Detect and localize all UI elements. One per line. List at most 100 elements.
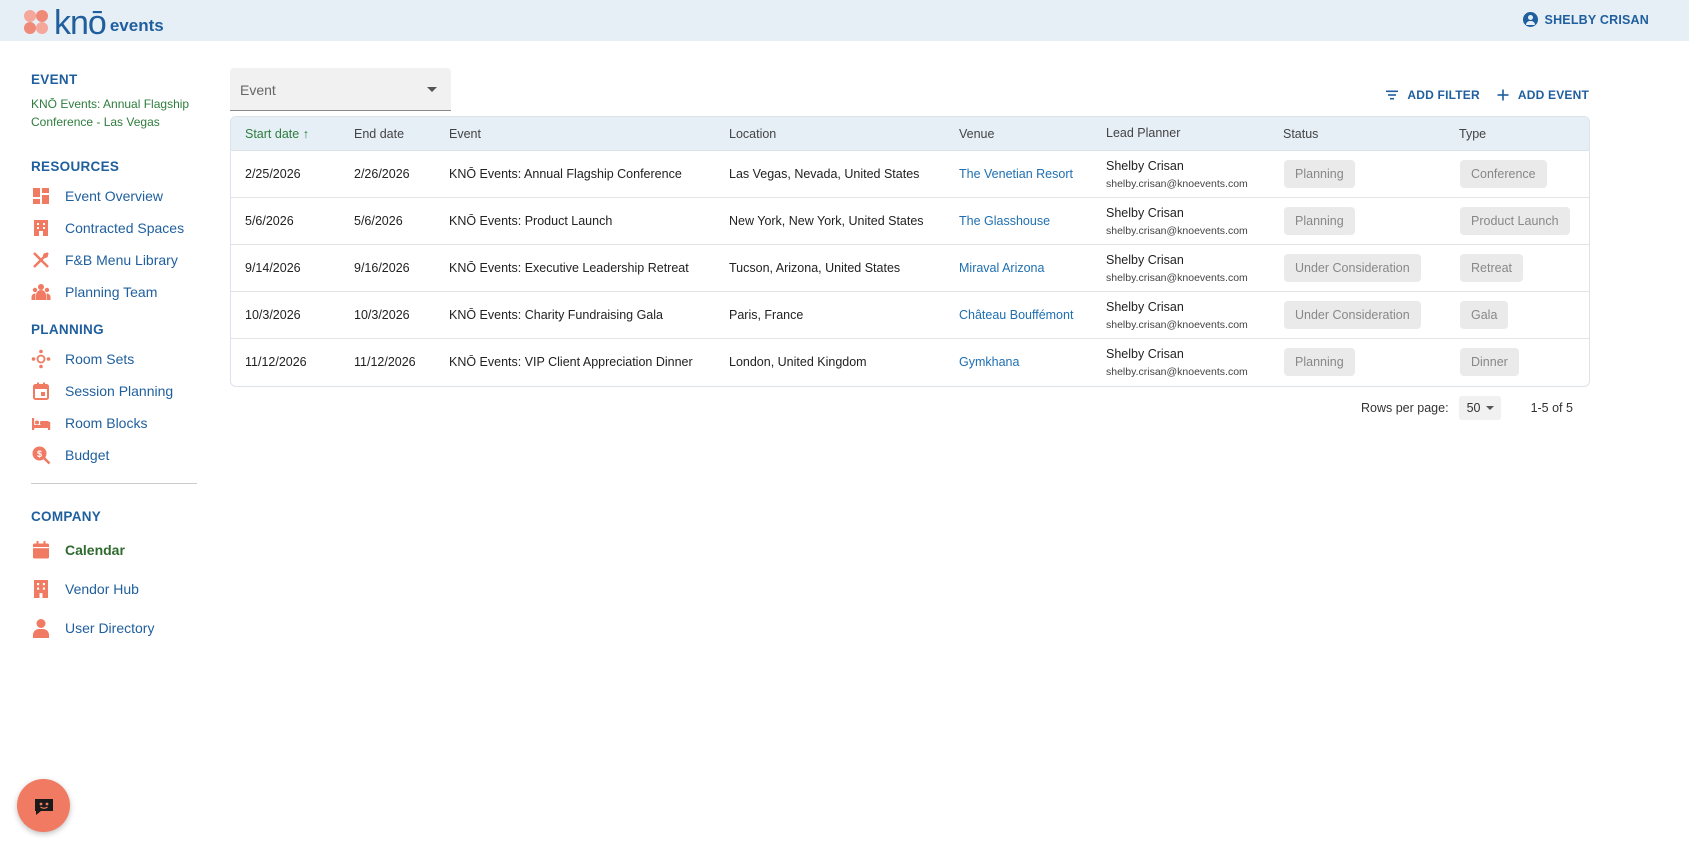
planner-name: Shelby Crisan <box>1106 206 1184 220</box>
start-date-cell: 10/3/2026 <box>245 308 301 322</box>
lead-planner-cell: Shelby Crisan shelby.crisan@knoevents.co… <box>1106 205 1248 239</box>
sidebar-item-room-blocks[interactable]: Room Blocks <box>31 407 199 439</box>
room-sets-icon <box>31 349 51 369</box>
logo-subtext: events <box>109 16 164 35</box>
budget-icon: $ <box>31 445 51 465</box>
table-row[interactable]: 2/25/2026 2/26/2026 KNŌ Events: Annual F… <box>231 151 1589 198</box>
sidebar-item-label: Room Sets <box>65 351 135 367</box>
sidebar-section-event: EVENT <box>31 72 78 87</box>
column-header-location[interactable]: Location <box>729 127 776 141</box>
column-header-event[interactable]: Event <box>449 127 481 141</box>
end-date-cell: 11/12/2026 <box>354 355 416 369</box>
sidebar: EVENT KNŌ Events: Annual Flagship Confer… <box>31 72 199 647</box>
venue-link[interactable]: Château Bouffémont <box>959 308 1073 322</box>
chat-assistant-button[interactable] <box>17 779 70 832</box>
sidebar-item-user-directory[interactable]: User Directory <box>31 608 199 647</box>
status-badge: Planning <box>1284 207 1355 235</box>
type-badge: Retreat <box>1460 254 1523 282</box>
account-circle-icon <box>1522 12 1538 27</box>
sidebar-item-room-sets[interactable]: Room Sets <box>31 343 199 375</box>
table-actions: ADD FILTER ADD EVENT <box>1385 88 1589 102</box>
location-cell: Tucson, Arizona, United States <box>729 261 901 275</box>
venue-link[interactable]: The Glasshouse <box>959 214 1050 228</box>
event-select[interactable]: Event <box>230 68 451 111</box>
logo-mark-icon <box>22 8 52 38</box>
sidebar-item-label: Budget <box>65 447 110 463</box>
rows-per-page-label: Rows per page: <box>1361 401 1449 415</box>
vendor-icon <box>31 579 51 599</box>
status-badge: Planning <box>1284 160 1355 188</box>
table-row[interactable]: 11/12/2026 11/12/2026 KNŌ Events: VIP Cl… <box>231 339 1589 386</box>
bed-icon <box>31 413 51 433</box>
venue-link[interactable]: Miraval Arizona <box>959 261 1044 275</box>
sidebar-item-label: Session Planning <box>65 383 174 399</box>
venue-link[interactable]: The Venetian Resort <box>959 167 1073 181</box>
event-select-label: Event <box>240 82 276 98</box>
column-header-venue[interactable]: Venue <box>959 127 994 141</box>
location-cell: Las Vegas, Nevada, United States <box>729 167 920 181</box>
venue-link[interactable]: Gymkhana <box>959 355 1019 369</box>
event-cell: KNŌ Events: Charity Fundraising Gala <box>449 308 663 322</box>
sidebar-item-label: Calendar <box>65 541 125 558</box>
lead-planner-cell: Shelby Crisan shelby.crisan@knoevents.co… <box>1106 252 1248 286</box>
table-row[interactable]: 9/14/2026 9/16/2026 KNŌ Events: Executiv… <box>231 245 1589 292</box>
planner-email: shelby.crisan@knoevents.com <box>1106 366 1248 378</box>
sidebar-item-contracted-spaces[interactable]: Contracted Spaces <box>31 212 199 244</box>
planner-email: shelby.crisan@knoevents.com <box>1106 319 1248 331</box>
sidebar-item-label: Vendor Hub <box>65 580 139 597</box>
start-date-cell: 11/12/2026 <box>245 355 307 369</box>
table-row[interactable]: 10/3/2026 10/3/2026 KNŌ Events: Charity … <box>231 292 1589 339</box>
kno-events-logo[interactable]: knō events <box>22 4 164 40</box>
sidebar-divider <box>31 483 197 484</box>
lead-planner-cell: Shelby Crisan shelby.crisan@knoevents.co… <box>1106 346 1248 380</box>
sidebar-item-session-planning[interactable]: Session Planning <box>31 375 199 407</box>
planner-name: Shelby Crisan <box>1106 159 1184 173</box>
add-filter-button[interactable]: ADD FILTER <box>1385 88 1480 102</box>
team-icon <box>31 282 51 302</box>
sidebar-item-vendor-hub[interactable]: Vendor Hub <box>31 569 199 608</box>
events-table: Start date ↑ End date Event Location Ven… <box>230 116 1590 387</box>
type-badge: Dinner <box>1460 348 1519 376</box>
column-header-type[interactable]: Type <box>1459 127 1486 141</box>
sidebar-section-planning: PLANNING <box>31 322 104 337</box>
sidebar-item-planning-team[interactable]: Planning Team <box>31 276 199 308</box>
status-badge: Planning <box>1284 348 1355 376</box>
sidebar-item-calendar[interactable]: Calendar <box>31 530 199 569</box>
chevron-down-icon <box>1485 406 1494 410</box>
current-event-name[interactable]: KNŌ Events: Annual Flagship Conference -… <box>31 95 199 131</box>
column-header-start-date[interactable]: Start date ↑ <box>245 127 309 141</box>
sidebar-section-resources: RESOURCES <box>31 159 120 174</box>
sidebar-item-fb-menu-library[interactable]: F&B Menu Library <box>31 244 199 276</box>
column-header-end-date[interactable]: End date <box>354 127 404 141</box>
event-cell: KNŌ Events: Product Launch <box>449 214 613 228</box>
planner-name: Shelby Crisan <box>1106 253 1184 267</box>
sidebar-item-label: Event Overview <box>65 188 164 204</box>
type-badge: Conference <box>1460 160 1547 188</box>
planner-email: shelby.crisan@knoevents.com <box>1106 272 1248 284</box>
add-event-button[interactable]: ADD EVENT <box>1496 88 1589 102</box>
user-name: SHELBY CRISAN <box>1544 12 1649 27</box>
add-filter-label: ADD FILTER <box>1407 88 1480 102</box>
rows-per-page-select[interactable]: 50 <box>1458 396 1501 420</box>
chat-bot-icon <box>34 798 53 815</box>
plus-icon <box>1497 89 1509 101</box>
sidebar-item-label: User Directory <box>65 619 155 636</box>
sidebar-item-label: Contracted Spaces <box>65 220 185 236</box>
column-header-status[interactable]: Status <box>1283 127 1318 141</box>
pagination: Rows per page: 50 1-5 of 5 <box>1361 396 1573 420</box>
table-row[interactable]: 5/6/2026 5/6/2026 KNŌ Events: Product La… <box>231 198 1589 245</box>
start-date-cell: 9/14/2026 <box>245 261 301 275</box>
user-menu[interactable]: SHELBY CRISAN <box>1522 12 1649 27</box>
type-badge: Product Launch <box>1460 207 1570 235</box>
pagination-range: 1-5 of 5 <box>1530 401 1573 415</box>
top-bar: knō events SHELBY CRISAN <box>0 0 1689 41</box>
start-date-cell: 5/6/2026 <box>245 214 294 228</box>
sidebar-item-event-overview[interactable]: Event Overview <box>31 180 199 212</box>
status-badge: Under Consideration <box>1284 254 1421 282</box>
svg-text:$: $ <box>37 449 42 459</box>
rows-per-page-value: 50 <box>1466 401 1481 415</box>
column-header-lead-planner[interactable]: Lead Planner <box>1106 126 1180 140</box>
utensils-icon <box>31 250 51 270</box>
sidebar-item-budget[interactable]: $ Budget <box>31 439 199 471</box>
sidebar-item-label: Planning Team <box>65 284 158 300</box>
